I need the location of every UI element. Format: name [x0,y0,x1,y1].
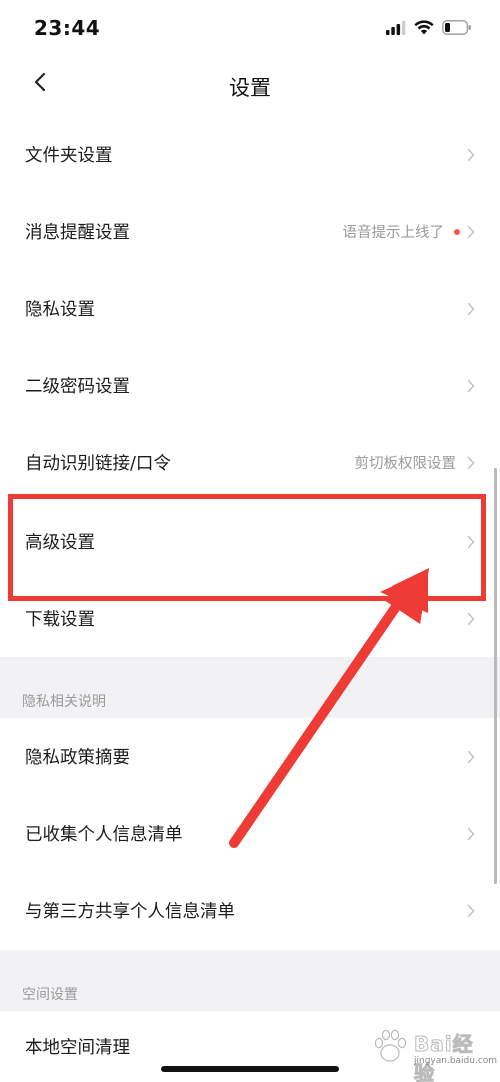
section-header-label: 隐私相关说明 [22,694,106,710]
settings-row-folder[interactable]: 文件夹设置 [0,116,500,193]
row-label: 本地空间清理 [25,1038,130,1058]
chevron-right-icon [467,379,475,392]
section-header-privacy: 隐私相关说明 [0,657,500,718]
row-label: 自动识别链接/口令 [25,454,171,474]
chevron-right-icon [467,225,475,238]
chevron-right-icon [467,148,475,161]
row-label: 已收集个人信息清单 [25,825,183,845]
scrollbar[interactable] [494,468,497,884]
battery-low-icon [442,20,472,39]
home-indicator[interactable] [161,1066,339,1072]
chevron-right-icon [467,535,475,548]
row-label: 文件夹设置 [25,146,113,166]
status-time: 23:44 [34,16,101,40]
status-bar: 23:44 [0,0,500,58]
chevron-right-icon [467,750,475,763]
watermark: Bai经验 jingyan.baidu.com [368,1024,497,1082]
settings-row-advanced[interactable]: 高级设置 [0,503,500,580]
row-hint: 剪切板权限设置 [354,456,457,472]
row-label: 隐私设置 [25,300,95,320]
status-icons [386,20,472,39]
chevron-right-icon [467,456,475,469]
settings-row-second-password[interactable]: 二级密码设置 [0,347,500,424]
row-label: 消息提醒设置 [25,223,130,243]
settings-row-message-alert[interactable]: 消息提醒设置 语音提示上线了 [0,193,500,270]
row-label: 高级设置 [25,533,95,553]
row-hint: 语音提示上线了 [342,225,445,241]
row-label: 二级密码设置 [25,377,130,397]
settings-row-download[interactable]: 下载设置 [0,580,500,657]
settings-row-collected-info[interactable]: 已收集个人信息清单 [0,795,500,872]
watermark-url: jingyan.baidu.com [414,1056,498,1066]
chevron-right-icon [467,612,475,625]
cellular-signal-icon [386,20,406,39]
paw-logo-icon [374,1029,407,1062]
row-label: 隐私政策摘要 [25,748,130,768]
section-header-label: 空间设置 [22,987,78,1003]
chevron-right-icon [467,904,475,917]
row-label: 与第三方共享个人信息清单 [25,902,235,922]
settings-row-auto-detect-link[interactable]: 自动识别链接/口令 剪切板权限设置 [0,424,500,501]
section-header-space: 空间设置 [0,950,500,1011]
page-title: 设置 [229,76,271,100]
chevron-right-icon [467,302,475,315]
settings-row-privacy[interactable]: 隐私设置 [0,270,500,347]
notification-dot [454,228,460,235]
chevron-right-icon [467,827,475,840]
settings-row-privacy-summary[interactable]: 隐私政策摘要 [0,718,500,795]
row-label: 下载设置 [25,610,95,630]
watermark-brand: Bai经验 [414,1032,474,1082]
nav-bar: 设置 [0,58,500,116]
wifi-icon [414,20,434,39]
settings-row-third-party-sharing[interactable]: 与第三方共享个人信息清单 [0,872,500,949]
